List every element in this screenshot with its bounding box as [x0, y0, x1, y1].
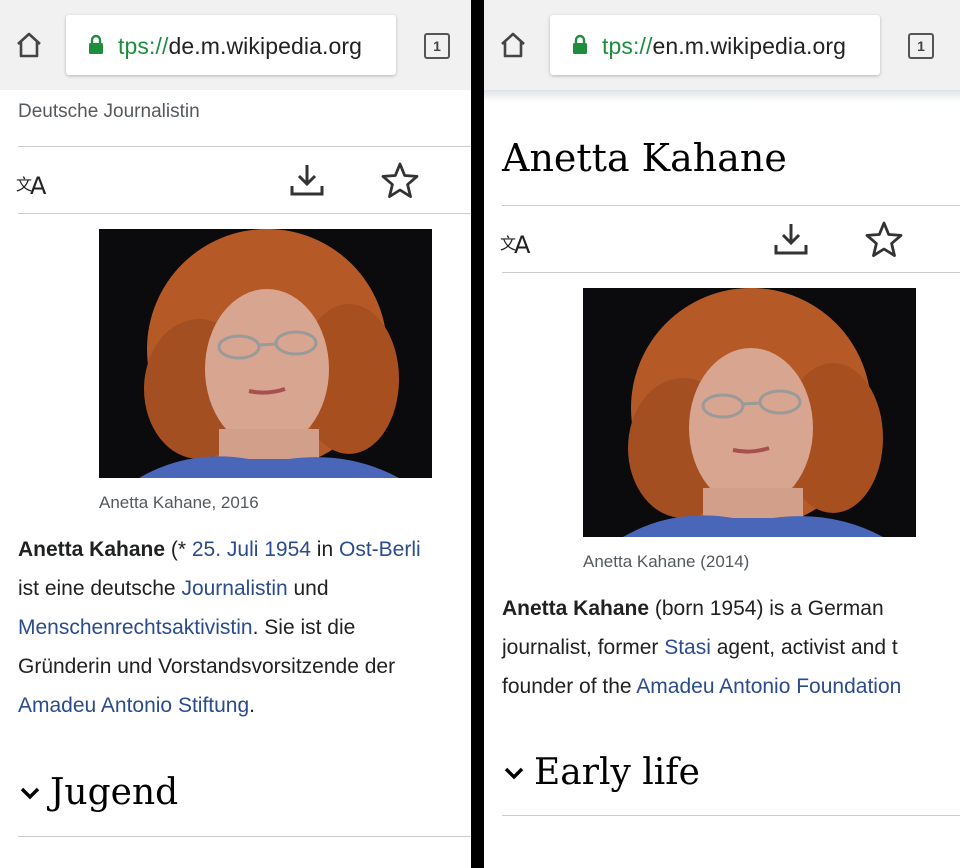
star-icon[interactable]: [380, 161, 420, 201]
article-line: ist eine deutsche Journalistin und: [18, 577, 329, 600]
link-journalist[interactable]: Journalistin: [181, 577, 287, 600]
svg-text:A: A: [30, 172, 47, 200]
left-browser-window: tps://de.m.wikipedia.org 1 Deutsche Jour…: [0, 0, 471, 868]
link-amadeu-antonio-foundation[interactable]: Amadeu Antonio Foundation: [636, 675, 901, 698]
browser-toolbar: tps://en.m.wikipedia.org 1: [484, 0, 960, 90]
article-line: founder of the Amadeu Antonio Foundation: [502, 675, 902, 698]
download-icon[interactable]: [287, 160, 327, 200]
page-description: Deutsche Journalistin: [18, 101, 200, 122]
article-line: Anetta Kahane (* 25. Juli 1954 in Ost-Be…: [18, 538, 421, 561]
browser-toolbar: tps://de.m.wikipedia.org 1: [0, 0, 471, 90]
section-header-early-life[interactable]: Early life: [502, 752, 700, 793]
divider: [18, 836, 471, 837]
chevron-down-icon: [502, 763, 526, 783]
tab-switcher-icon[interactable]: 1: [908, 33, 934, 59]
language-icon[interactable]: 文A: [16, 160, 56, 200]
link-amadeu-antonio[interactable]: Amadeu Antonio Stiftung: [18, 694, 249, 717]
image-caption: Anetta Kahane (2014): [583, 552, 750, 571]
article-intro: Anetta Kahane (* 25. Juli 1954 in Ost-Be…: [18, 530, 421, 725]
page-title: Anetta Kahane: [502, 136, 787, 180]
svg-text:A: A: [514, 231, 531, 259]
link-stasi[interactable]: Stasi: [664, 636, 711, 659]
section-header-jugend[interactable]: Jugend: [18, 772, 178, 813]
chevron-down-icon: [18, 783, 42, 803]
divider: [502, 272, 960, 273]
tab-switcher-icon[interactable]: 1: [424, 33, 450, 59]
link-birthdate[interactable]: 25. Juli 1954: [192, 538, 311, 561]
address-bar[interactable]: tps://de.m.wikipedia.org: [66, 15, 396, 75]
divider: [18, 213, 471, 214]
address-bar[interactable]: tps://en.m.wikipedia.org: [550, 15, 880, 75]
divider: [18, 146, 471, 147]
url-text: tps://en.m.wikipedia.org: [602, 33, 847, 59]
divider: [502, 815, 960, 816]
language-icon[interactable]: 文A: [500, 219, 540, 259]
link-east-berlin[interactable]: Ost-Berli: [339, 538, 421, 561]
divider: [502, 205, 960, 206]
right-browser-window: tps://en.m.wikipedia.org 1 Anetta Kahane…: [484, 0, 960, 868]
home-icon[interactable]: [498, 30, 528, 60]
article-intro: Anetta Kahane (born 1954) is a German jo…: [502, 589, 901, 706]
url-text: tps://de.m.wikipedia.org: [118, 33, 363, 59]
article-line: Anetta Kahane (born 1954) is a German: [502, 597, 884, 620]
article-line: Menschenrechtsaktivistin. Sie ist die: [18, 616, 356, 639]
portrait-image[interactable]: [583, 288, 916, 537]
link-human-rights-activist[interactable]: Menschenrechtsaktivistin: [18, 616, 253, 639]
article-line: Amadeu Antonio Stiftung.: [18, 694, 256, 717]
home-icon[interactable]: [14, 30, 44, 60]
lock-icon: [572, 34, 588, 54]
image-caption: Anetta Kahane, 2016: [99, 493, 259, 512]
article-line: journalist, former Stasi agent, activist…: [502, 636, 898, 659]
lock-icon: [88, 34, 104, 54]
article-line: Gründerin und Vorstandsvorsitzende der: [18, 655, 396, 678]
download-icon[interactable]: [771, 219, 811, 259]
toolbar-shadow: [484, 90, 960, 102]
star-icon[interactable]: [864, 220, 904, 260]
portrait-image[interactable]: [99, 229, 432, 478]
